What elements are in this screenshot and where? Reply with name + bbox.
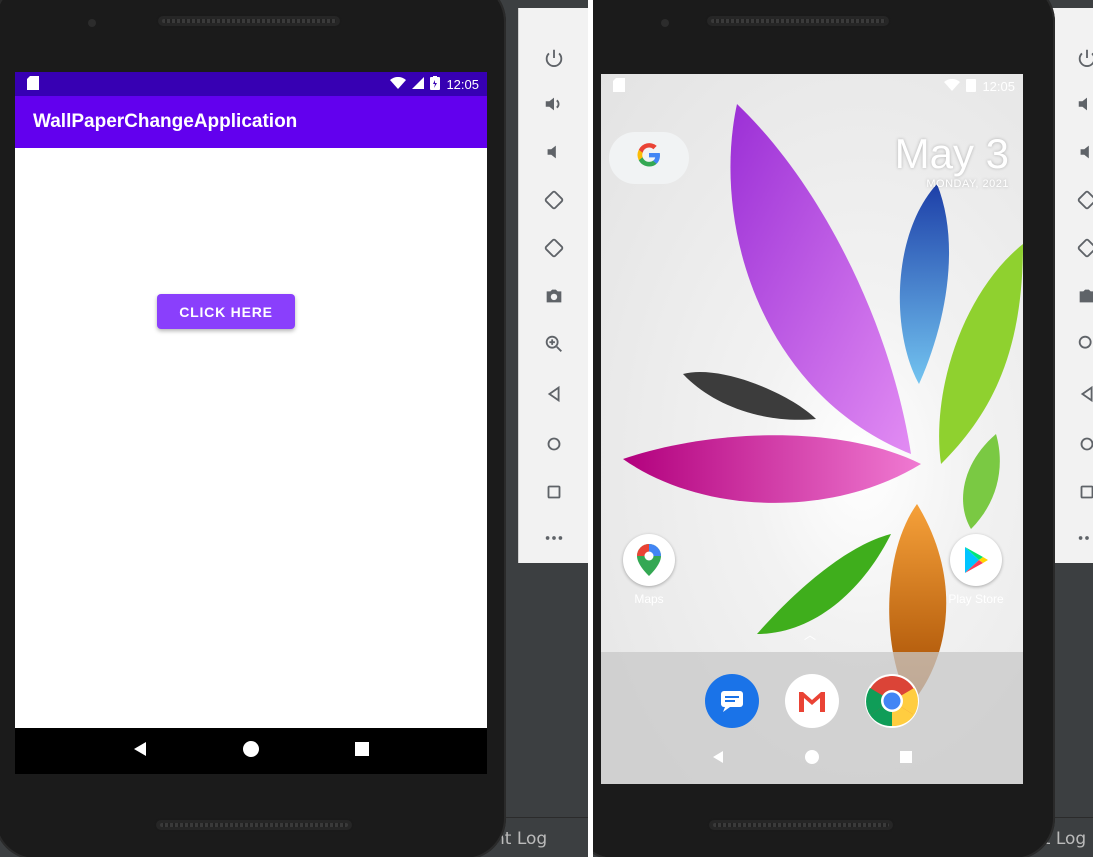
volume-down-icon[interactable]: [1052, 130, 1093, 174]
more-icon[interactable]: [519, 516, 588, 560]
status-bar-right: 12:05: [601, 74, 1023, 98]
gmail-icon[interactable]: [785, 674, 839, 728]
wifi-icon: [390, 76, 407, 92]
rotate-right-icon[interactable]: [519, 226, 588, 270]
sd-card-icon: [27, 75, 39, 93]
app-drawer-chevron-icon[interactable]: ︿: [804, 626, 816, 643]
nav-overview-icon[interactable]: [899, 750, 913, 769]
rotate-left-icon[interactable]: [519, 178, 588, 222]
app-screen: 12:05 WallPaperChangeApplication CLICK H…: [15, 72, 487, 774]
chrome-icon[interactable]: [865, 674, 919, 728]
right-emulator-panel: nt Log 12:05 May 3 MONDAY, 2021 Maps Pla…: [593, 0, 1093, 857]
front-camera: [88, 19, 96, 27]
app-play-store-label: Play Store: [948, 592, 1004, 606]
nav-back-icon[interactable]: [131, 740, 149, 763]
home-screen: 12:05 May 3 MONDAY, 2021 Maps Play Store…: [601, 74, 1023, 784]
click-here-button[interactable]: CLICK HERE: [157, 294, 295, 329]
home-icon[interactable]: [519, 422, 588, 466]
rotate-left-icon[interactable]: [1052, 178, 1093, 222]
nav-overview-icon[interactable]: [353, 740, 371, 763]
dock: [601, 652, 1023, 784]
camera-icon[interactable]: [519, 274, 588, 318]
front-camera: [661, 19, 669, 27]
overview-icon[interactable]: [519, 470, 588, 514]
volume-down-icon[interactable]: [519, 130, 588, 174]
zoom-icon[interactable]: [1052, 322, 1093, 366]
google-search-pill[interactable]: [609, 132, 689, 184]
app-title: WallPaperChangeApplication: [33, 111, 298, 132]
volume-up-icon[interactable]: [519, 82, 588, 126]
bottom-speaker: [707, 818, 895, 832]
status-time: 12:05: [982, 78, 1015, 94]
nav-back-icon[interactable]: [711, 750, 725, 769]
app-bar: WallPaperChangeApplication: [15, 96, 487, 148]
phone-frame: 12:05 WallPaperChangeApplication CLICK H…: [0, 0, 506, 857]
bottom-speaker: [154, 818, 354, 832]
signal-icon: [412, 76, 425, 92]
home-icon[interactable]: [1052, 422, 1093, 466]
wifi-icon: [944, 78, 961, 94]
status-bar: 12:05: [15, 72, 487, 96]
google-g-icon: [636, 142, 662, 175]
emulator-toolbar: [518, 8, 588, 563]
sd-card-icon: [613, 77, 625, 95]
play-store-icon: [950, 534, 1002, 586]
nav-bar: [15, 728, 487, 774]
back-icon[interactable]: [519, 372, 588, 416]
nav-home-icon[interactable]: [804, 749, 820, 770]
home-nav-bar: [601, 744, 1023, 774]
emulator-toolbar-right: [1051, 8, 1093, 563]
date-weekday: MONDAY, 2021: [926, 178, 1009, 190]
left-emulator-panel: nt Log 12:05 WallPaperChangeApplication …: [0, 0, 588, 857]
overview-icon[interactable]: [1052, 470, 1093, 514]
messages-icon[interactable]: [705, 674, 759, 728]
power-icon[interactable]: [519, 36, 588, 80]
zoom-icon[interactable]: [519, 322, 588, 366]
rotate-right-icon[interactable]: [1052, 226, 1093, 270]
camera-icon[interactable]: [1052, 274, 1093, 318]
top-speaker: [705, 14, 891, 28]
date-day: May 3: [894, 130, 1009, 177]
app-maps-label: Maps: [634, 592, 664, 606]
battery-icon: [430, 75, 441, 93]
more-icon[interactable]: [1052, 516, 1093, 560]
date-widget[interactable]: May 3 MONDAY, 2021: [895, 130, 1009, 190]
nav-home-icon[interactable]: [242, 740, 260, 763]
top-speaker: [156, 14, 342, 28]
phone-frame-right: 12:05 May 3 MONDAY, 2021 Maps Play Store…: [593, 0, 1055, 857]
status-time: 12:05: [446, 76, 479, 92]
volume-up-icon[interactable]: [1052, 82, 1093, 126]
back-icon[interactable]: [1052, 372, 1093, 416]
maps-icon: [623, 534, 675, 586]
power-icon[interactable]: [1052, 36, 1093, 80]
app-play-store[interactable]: Play Store: [941, 534, 1011, 606]
app-maps[interactable]: Maps: [621, 534, 677, 606]
battery-icon: [966, 78, 977, 95]
